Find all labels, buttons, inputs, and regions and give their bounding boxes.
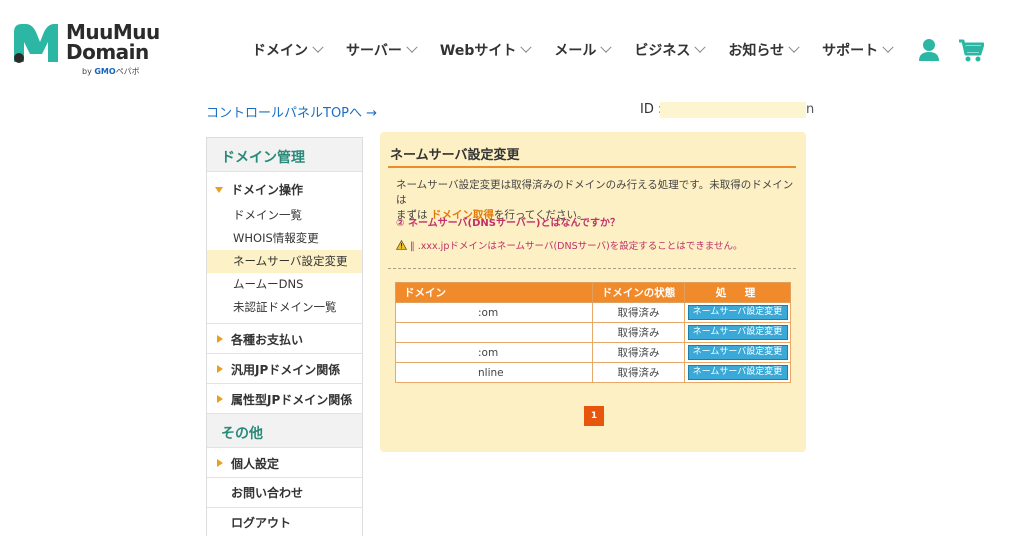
chevron-down-icon bbox=[312, 41, 324, 53]
chevron-down-icon bbox=[406, 41, 418, 53]
sidebar-item-contact[interactable]: お問い合わせ bbox=[207, 478, 362, 508]
status-cell: 取得済み bbox=[592, 302, 685, 323]
nav-server[interactable]: サーバー bbox=[346, 40, 418, 60]
table-header-row: ドメイン ドメインの状態 処 理 bbox=[395, 282, 791, 303]
chevron-down-icon bbox=[520, 41, 533, 53]
sidebar-item-jp-general[interactable]: 汎用JPドメイン関係 bbox=[207, 360, 362, 380]
nav-support[interactable]: サポート bbox=[822, 40, 894, 60]
action-cell: ネームサーバ設定変更 bbox=[684, 342, 791, 363]
sidebar-item-personal[interactable]: 個人設定 bbox=[207, 454, 362, 474]
column-header-status: ドメインの状態 bbox=[592, 282, 685, 303]
chevron-down-icon bbox=[882, 41, 894, 53]
sidebar-item-payments[interactable]: 各種お支払い bbox=[207, 330, 362, 350]
domain-cell: nline bbox=[395, 362, 593, 383]
sidebar-head-other: その他 bbox=[207, 414, 362, 448]
domain-cell: :om bbox=[395, 302, 593, 323]
id-value-tail: n bbox=[806, 102, 815, 117]
domain-cell bbox=[395, 322, 593, 343]
nameserver-panel: ネームサーバ設定変更 ネームサーバ設定変更は取得済みのドメインのみ行える処理です… bbox=[380, 132, 806, 452]
nav-mail[interactable]: メール bbox=[554, 40, 613, 60]
pagination-page-1[interactable]: 1 bbox=[584, 406, 604, 426]
nav-news[interactable]: お知らせ bbox=[728, 40, 800, 60]
sidebar-row-jp-general: 汎用JPドメイン関係 bbox=[207, 354, 362, 384]
nav-domain[interactable]: ドメイン bbox=[252, 40, 324, 60]
domain-table: ドメイン ドメインの状態 処 理 :om 取得済み ネームサーバ設定変更 取得済… bbox=[395, 282, 791, 383]
triangle-right-icon bbox=[217, 459, 223, 467]
nameserver-change-button[interactable]: ネームサーバ設定変更 bbox=[687, 345, 788, 360]
main-nav: ドメイン サーバー Webサイト メール ビジネス お知らせ サポート bbox=[252, 38, 916, 62]
chevron-down-icon bbox=[788, 41, 800, 53]
column-header-domain: ドメイン bbox=[395, 282, 593, 303]
dns-help-link[interactable]: ② ネームサーバ(DNSサーバー)とはなんですか？ bbox=[396, 214, 620, 229]
sidebar-item-nameserver[interactable]: ネームサーバ設定変更 bbox=[207, 250, 362, 273]
page-title: ネームサーバ設定変更 bbox=[390, 148, 520, 163]
nameserver-change-button[interactable]: ネームサーバ設定変更 bbox=[687, 365, 788, 380]
triangle-down-icon bbox=[215, 187, 223, 193]
nav-website[interactable]: Webサイト bbox=[440, 40, 533, 60]
sidebar-group-domain-ops: ドメイン操作 ドメイン一覧 WHOIS情報変更 ネームサーバ設定変更 ムームーD… bbox=[207, 172, 362, 324]
triangle-right-icon bbox=[217, 335, 223, 343]
table-row: :om 取得済み ネームサーバ設定変更 bbox=[395, 342, 791, 363]
sidebar-item-whois[interactable]: WHOIS情報変更 bbox=[207, 227, 362, 250]
logo-mark-icon bbox=[14, 24, 58, 63]
table-row: nline 取得済み ネームサーバ設定変更 bbox=[395, 362, 791, 383]
sidebar-item-muumuu-dns[interactable]: ムームーDNS bbox=[207, 273, 362, 296]
control-panel-top-link[interactable]: コントロールパネルTOPへ → bbox=[206, 102, 377, 121]
warning-icon bbox=[396, 240, 407, 250]
id-label: ID : bbox=[640, 102, 663, 117]
column-header-action: 処 理 bbox=[684, 282, 791, 303]
status-cell: 取得済み bbox=[592, 322, 685, 343]
sidebar: ドメイン管理 ドメイン操作 ドメイン一覧 WHOIS情報変更 ネームサーバ設定変… bbox=[206, 137, 363, 536]
nameserver-change-button[interactable]: ネームサーバ設定変更 bbox=[687, 305, 788, 320]
status-cell: 取得済み bbox=[592, 342, 685, 363]
nav-business[interactable]: ビジネス bbox=[634, 40, 707, 60]
triangle-right-icon bbox=[217, 365, 223, 373]
sidebar-row-personal: 個人設定 bbox=[207, 448, 362, 478]
nameserver-change-button[interactable]: ネームサーバ設定変更 bbox=[687, 325, 788, 340]
id-value-redacted bbox=[660, 102, 806, 118]
warning-note: ‖ .xxx.jpドメインはネームサーバ(DNSサーバ)を設定することはできませ… bbox=[396, 238, 742, 252]
domain-cell: :om bbox=[395, 342, 593, 363]
muumuu-logo[interactable]: MuuMuu Domain by GMOペパボ bbox=[12, 22, 162, 78]
sidebar-item-unverified-domains[interactable]: 未認証ドメイン一覧 bbox=[207, 296, 362, 319]
status-cell: 取得済み bbox=[592, 362, 685, 383]
sidebar-item-domain-list[interactable]: ドメイン一覧 bbox=[207, 204, 362, 227]
logo-byline: by GMOペパボ bbox=[82, 67, 140, 76]
divider bbox=[388, 268, 796, 269]
user-icon[interactable] bbox=[918, 38, 940, 62]
chevron-down-icon bbox=[694, 41, 707, 53]
site-header: MuuMuu Domain by GMOペパボ ドメイン サーバー Webサイト… bbox=[0, 0, 1024, 100]
table-row: :om 取得済み ネームサーバ設定変更 bbox=[395, 302, 791, 323]
title-underline bbox=[388, 166, 796, 168]
sidebar-head-domain: ドメイン管理 bbox=[207, 138, 362, 172]
triangle-right-icon bbox=[217, 395, 223, 403]
sidebar-item-jp-type[interactable]: 属性型JPドメイン関係 bbox=[207, 390, 362, 410]
action-cell: ネームサーバ設定変更 bbox=[684, 302, 791, 323]
action-cell: ネームサーバ設定変更 bbox=[684, 362, 791, 383]
sidebar-row-payments: 各種お支払い bbox=[207, 324, 362, 354]
sidebar-item-logout[interactable]: ログアウト bbox=[207, 508, 362, 536]
sidebar-item-domain-ops[interactable]: ドメイン操作 bbox=[207, 180, 362, 200]
sidebar-row-jp-type: 属性型JPドメイン関係 bbox=[207, 384, 362, 414]
action-cell: ネームサーバ設定変更 bbox=[684, 322, 791, 343]
logo-wordmark: MuuMuu Domain bbox=[66, 20, 160, 64]
table-row: 取得済み ネームサーバ設定変更 bbox=[395, 322, 791, 343]
cart-icon[interactable] bbox=[958, 38, 984, 62]
chevron-down-icon bbox=[600, 41, 613, 53]
